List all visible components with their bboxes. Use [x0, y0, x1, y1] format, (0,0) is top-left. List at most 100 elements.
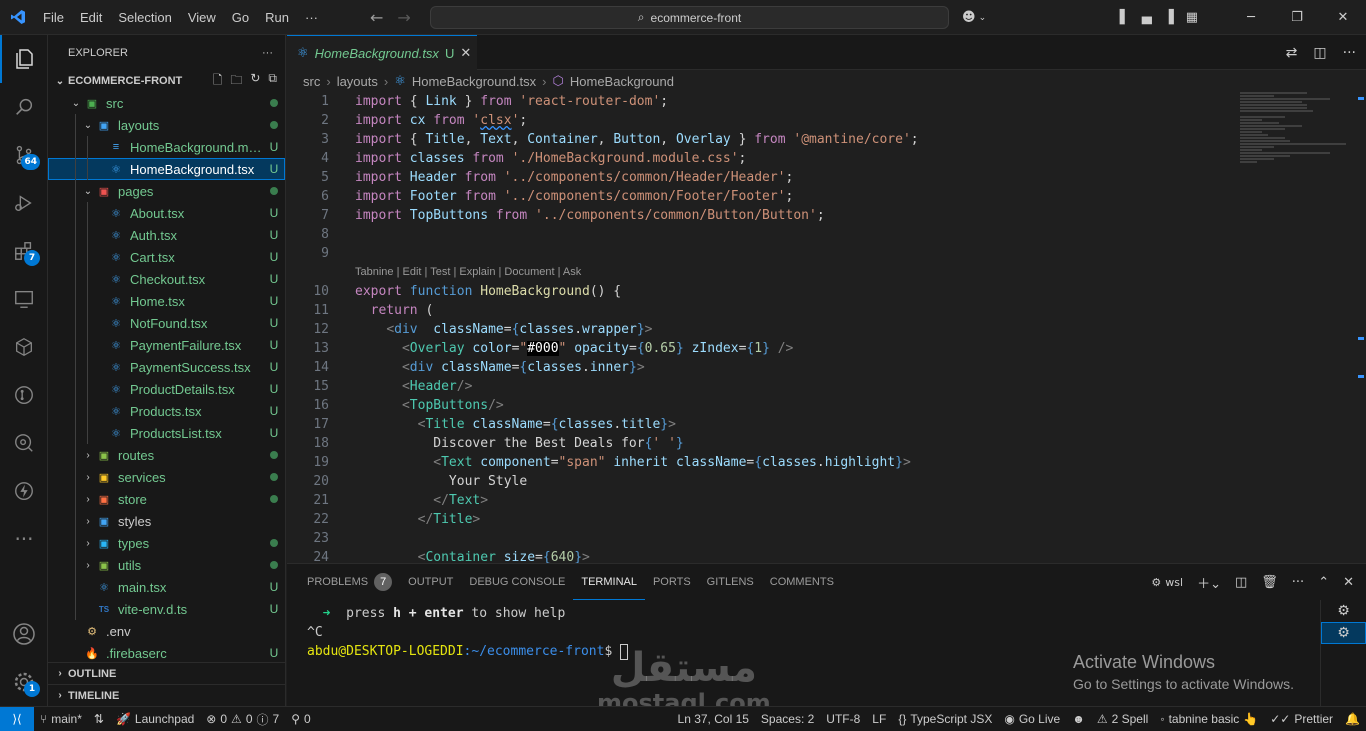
- folder-src[interactable]: ⌄ ▣ src: [48, 92, 285, 114]
- collapse-all-icon[interactable]: ⧉: [268, 71, 277, 92]
- menu-edit[interactable]: Edit: [72, 0, 110, 35]
- new-terminal-icon[interactable]: ＋⌄: [1197, 573, 1221, 592]
- close-panel-icon[interactable]: ✕: [1343, 575, 1354, 590]
- file-item[interactable]: ≡ HomeBackground.mo... U: [48, 136, 285, 158]
- run-debug-icon[interactable]: [0, 179, 48, 227]
- breadcrumb-layouts[interactable]: layouts: [337, 74, 378, 89]
- split-editor-icon[interactable]: ◫: [1313, 45, 1326, 61]
- end-of-line[interactable]: LF: [866, 707, 892, 731]
- go-live-button[interactable]: ◉ Go Live: [998, 707, 1066, 731]
- menu-file[interactable]: File: [35, 0, 72, 35]
- split-terminal-icon[interactable]: ◫: [1235, 575, 1247, 590]
- file-item[interactable]: ⚛ About.tsx U: [48, 202, 285, 224]
- file-item[interactable]: ⚛ PaymentFailure.tsx U: [48, 334, 285, 356]
- tab-ports[interactable]: PORTS: [645, 564, 699, 600]
- more-actions-icon[interactable]: ···: [262, 47, 273, 59]
- folder-styles[interactable]: › ▣ styles: [48, 510, 285, 532]
- terminal-instance-1[interactable]: ⚙: [1321, 600, 1366, 622]
- remote-indicator-icon[interactable]: ⟩⟨: [0, 707, 34, 731]
- toggle-secondary-sidebar-icon[interactable]: ▐: [1164, 10, 1174, 25]
- trash-icon[interactable]: 🗑: [1261, 575, 1278, 590]
- maximize-panel-icon[interactable]: ⌃: [1318, 575, 1329, 590]
- terminal-instance-2[interactable]: ⚙: [1321, 622, 1366, 644]
- breadcrumb-symbol[interactable]: HomeBackground: [570, 74, 674, 89]
- tab-gitlens[interactable]: GITLENS: [699, 564, 762, 600]
- file-item[interactable]: ⚛ ProductsList.tsx U: [48, 422, 285, 444]
- more-actions-icon[interactable]: ···: [1343, 45, 1356, 61]
- tab-comments[interactable]: COMMENTS: [762, 564, 842, 600]
- gear-icon[interactable]: 1: [0, 658, 48, 706]
- launchpad-button[interactable]: 🚀 Launchpad: [110, 707, 200, 731]
- breadcrumb-src[interactable]: src: [303, 74, 320, 89]
- file-item[interactable]: ⚛ PaymentSuccess.tsx U: [48, 356, 285, 378]
- file-item[interactable]: ⚛ Home.tsx U: [48, 290, 285, 312]
- tab-output[interactable]: OUTPUT: [400, 564, 461, 600]
- more-views-icon[interactable]: ···: [0, 515, 48, 563]
- file-item[interactable]: ⚛ Products.tsx U: [48, 400, 285, 422]
- toggle-primary-sidebar-icon[interactable]: ▌: [1120, 10, 1130, 25]
- terminal-profile-button[interactable]: ⚙ wsl: [1151, 576, 1183, 589]
- code-editor[interactable]: 1 import { Link } from 'react-router-dom'…: [287, 92, 1227, 563]
- file-item[interactable]: ⚛ Auth.tsx U: [48, 224, 285, 246]
- minimap[interactable]: [1240, 92, 1352, 182]
- editor-scrollbar[interactable]: [1352, 92, 1366, 563]
- gitlens-icon[interactable]: [0, 371, 48, 419]
- prettier-status[interactable]: ✓✓ Prettier: [1264, 707, 1339, 731]
- workspace-root-header[interactable]: ⌄ ECOMMERCE-FRONT 🗋 🗀 ↻ ⧉: [48, 70, 285, 92]
- customize-layout-icon[interactable]: ▦: [1186, 10, 1198, 25]
- menu-go[interactable]: Go: [224, 0, 257, 35]
- tab-terminal[interactable]: TERMINAL: [573, 564, 645, 600]
- cursor-position[interactable]: Ln 37, Col 15: [672, 707, 755, 731]
- source-control-icon[interactable]: 64: [0, 131, 48, 179]
- arrow-left-icon[interactable]: ←: [370, 8, 383, 27]
- tab-homebackground[interactable]: ⚛ HomeBackground.tsx U ✕: [287, 35, 477, 70]
- ports-status[interactable]: ⚲ 0: [285, 707, 316, 731]
- folder-utils[interactable]: › ▣ utils: [48, 554, 285, 576]
- file-item[interactable]: TS vite-env.d.ts U: [48, 598, 285, 620]
- file-item[interactable]: ⚛ Cart.tsx U: [48, 246, 285, 268]
- menu-selection[interactable]: Selection: [110, 0, 179, 35]
- folder-pages[interactable]: ⌄ ▣ pages: [48, 180, 285, 202]
- tabnine-status[interactable]: ◦ tabnine basic 👆: [1154, 707, 1264, 731]
- file-item[interactable]: 🔥 .firebaserc U: [48, 642, 285, 664]
- file-item[interactable]: ⚛ main.tsx U: [48, 576, 285, 598]
- folder-routes[interactable]: › ▣ routes: [48, 444, 285, 466]
- folder-store[interactable]: › ▣ store: [48, 488, 285, 510]
- close-window-button[interactable]: ✕: [1320, 0, 1366, 35]
- account-icon[interactable]: [0, 610, 48, 658]
- arrow-right-icon[interactable]: →: [397, 8, 410, 27]
- menu-run[interactable]: Run: [257, 0, 297, 35]
- folder-layouts[interactable]: ⌄ ▣ layouts: [48, 114, 285, 136]
- file-item[interactable]: ⚛ HomeBackground.tsx U: [48, 158, 285, 180]
- cube-icon[interactable]: [0, 323, 48, 371]
- menu-view[interactable]: View: [180, 0, 224, 35]
- extensions-icon[interactable]: 7: [0, 227, 48, 275]
- command-center-search[interactable]: ⌕ ecommerce-front: [430, 6, 949, 29]
- tab-debug-console[interactable]: DEBUG CONSOLE: [461, 564, 573, 600]
- file-item[interactable]: ⚛ Checkout.tsx U: [48, 268, 285, 290]
- more-actions-icon[interactable]: ···: [1292, 575, 1304, 590]
- file-item[interactable]: ⚛ ProductDetails.tsx U: [48, 378, 285, 400]
- lightning-icon[interactable]: [0, 467, 48, 515]
- search-view-icon[interactable]: [0, 83, 48, 131]
- new-file-icon[interactable]: 🗋: [213, 71, 223, 92]
- copilot-button[interactable]: ☻ ⌄: [962, 0, 986, 35]
- tab-problems[interactable]: PROBLEMS 7: [299, 564, 400, 600]
- outline-section[interactable]: › OUTLINE: [48, 662, 285, 684]
- explorer-icon[interactable]: [0, 35, 48, 83]
- toggle-panel-icon[interactable]: ▄: [1142, 10, 1152, 25]
- file-item[interactable]: ⚙ .env: [48, 620, 285, 642]
- spell-check[interactable]: ⚠ 2 Spell: [1091, 707, 1154, 731]
- notifications-button[interactable]: 🔔: [1339, 707, 1366, 731]
- tabnine-codelens[interactable]: Tabnine | Edit | Test | Explain | Docume…: [287, 263, 1227, 282]
- menu-more[interactable]: ···: [297, 0, 326, 35]
- restore-button[interactable]: ❐: [1274, 0, 1320, 35]
- sync-button[interactable]: ⇅: [88, 707, 110, 731]
- copilot-status[interactable]: ☻: [1066, 707, 1091, 731]
- folder-services[interactable]: › ▣ services: [48, 466, 285, 488]
- git-branch[interactable]: ⑂ main*: [34, 707, 88, 731]
- new-folder-icon[interactable]: 🗀: [230, 71, 242, 92]
- remote-explorer-icon[interactable]: [0, 275, 48, 323]
- encoding[interactable]: UTF-8: [820, 707, 866, 731]
- breadcrumb-file[interactable]: HomeBackground.tsx: [412, 74, 536, 89]
